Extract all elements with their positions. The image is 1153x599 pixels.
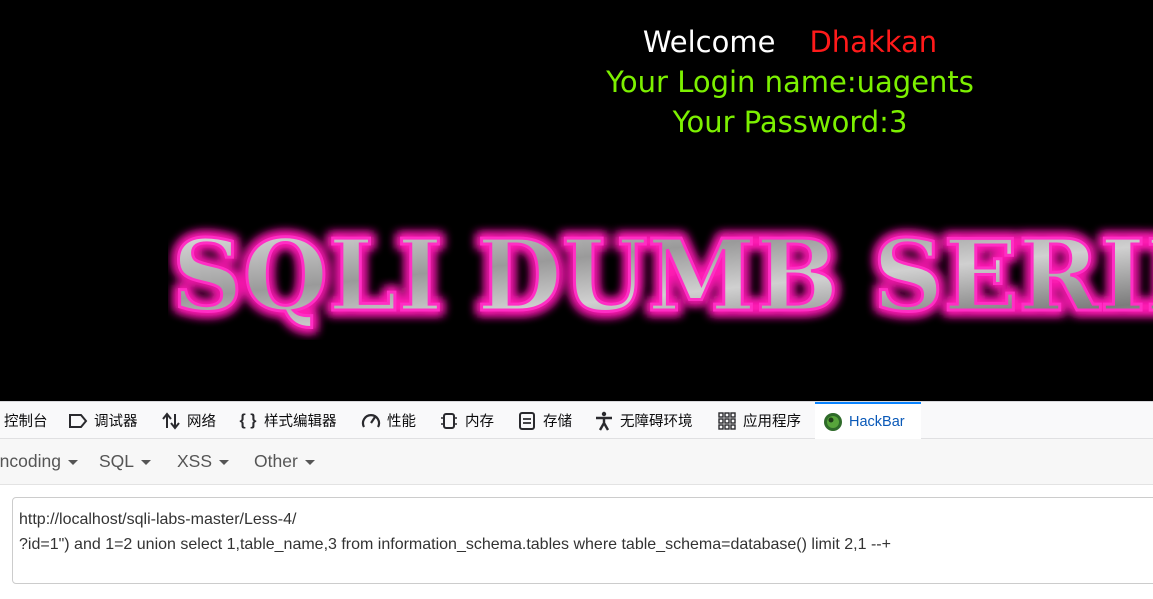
tab-debugger-label: 调试器 xyxy=(94,414,138,430)
xss-dropdown-label: XSS xyxy=(177,451,213,471)
banner-text: SQLI DUMB SERIES xyxy=(172,219,1153,334)
browser-window: Welcome Dhakkan Your Login name:uagents Y… xyxy=(0,0,1153,599)
hackbar-icon xyxy=(823,412,843,432)
tab-hackbar-label: HackBar xyxy=(849,413,905,430)
tab-accessibility[interactable]: 无障碍环境 xyxy=(594,402,693,439)
chevron-down-icon xyxy=(67,460,78,465)
welcome-line: Welcome Dhakkan xyxy=(590,22,990,62)
encoding-dropdown[interactable]: Encoding xyxy=(0,439,78,484)
tab-performance-label: 性能 xyxy=(387,414,416,430)
xss-dropdown[interactable]: XSS xyxy=(177,439,230,484)
tab-hackbar[interactable]: HackBar xyxy=(815,402,921,439)
sql-dropdown-label: SQL xyxy=(99,451,135,471)
network-icon xyxy=(161,411,181,431)
performance-icon xyxy=(361,411,381,431)
application-icon xyxy=(717,411,737,431)
web-page-viewport: Welcome Dhakkan Your Login name:uagents Y… xyxy=(0,0,1153,401)
url-line-1: http://localhost/sqli-labs-master/Less-4… xyxy=(19,511,297,528)
sql-dropdown[interactable]: SQL xyxy=(99,439,152,484)
password-text: Your Password:3 xyxy=(672,105,908,139)
tab-console-label: 控制台 xyxy=(4,414,48,430)
login-info: Welcome Dhakkan Your Login name:uagents Y… xyxy=(590,22,990,142)
tab-style-editor-label: 样式编辑器 xyxy=(264,414,337,430)
tab-network-label: 网络 xyxy=(187,414,216,430)
chevron-down-icon xyxy=(219,460,230,465)
tab-memory-label: 内存 xyxy=(465,414,494,430)
hackbar-toolbar: Encoding SQL XSS Other xyxy=(0,439,1153,485)
tab-application-label: 应用程序 xyxy=(743,414,801,430)
welcome-text: Welcome xyxy=(642,25,776,59)
storage-icon xyxy=(517,411,537,431)
style-editor-icon: { } xyxy=(239,411,257,429)
other-dropdown[interactable]: Other xyxy=(254,439,315,484)
login-name-text: Your Login name:uagents xyxy=(606,65,974,99)
tab-storage-label: 存储 xyxy=(543,414,572,430)
tab-application[interactable]: 应用程序 xyxy=(717,402,801,439)
sqli-dumb-series-banner: SQLI DUMB SERIES SQLI DUMB SERIES xyxy=(168,215,1153,339)
tab-accessibility-label: 无障碍环境 xyxy=(620,414,693,430)
memory-icon xyxy=(439,411,459,431)
tab-debugger[interactable]: 调试器 xyxy=(68,402,138,439)
url-input[interactable]: http://localhost/sqli-labs-master/Less-4… xyxy=(12,497,1153,584)
tab-storage[interactable]: 存储 xyxy=(517,402,572,439)
accessibility-icon xyxy=(594,411,614,431)
devtools-tab-bar: 控制台 调试器 网络 { } 样式编辑器 性能 内存 存储 无障碍环境 应用程序… xyxy=(0,401,1153,439)
chevron-down-icon xyxy=(304,460,315,465)
tab-style-editor[interactable]: { } 样式编辑器 xyxy=(238,402,337,439)
other-dropdown-label: Other xyxy=(254,451,298,471)
chevron-down-icon xyxy=(141,460,152,465)
username-text: Dhakkan xyxy=(809,25,938,59)
debugger-icon xyxy=(68,411,88,431)
tab-performance[interactable]: 性能 xyxy=(361,402,416,439)
tab-console[interactable]: 控制台 xyxy=(4,402,48,439)
tab-network[interactable]: 网络 xyxy=(161,402,216,439)
encoding-dropdown-label: Encoding xyxy=(0,451,61,471)
url-line-2: ?id=1") and 1=2 union select 1,table_nam… xyxy=(19,536,891,553)
tab-memory[interactable]: 内存 xyxy=(439,402,494,439)
